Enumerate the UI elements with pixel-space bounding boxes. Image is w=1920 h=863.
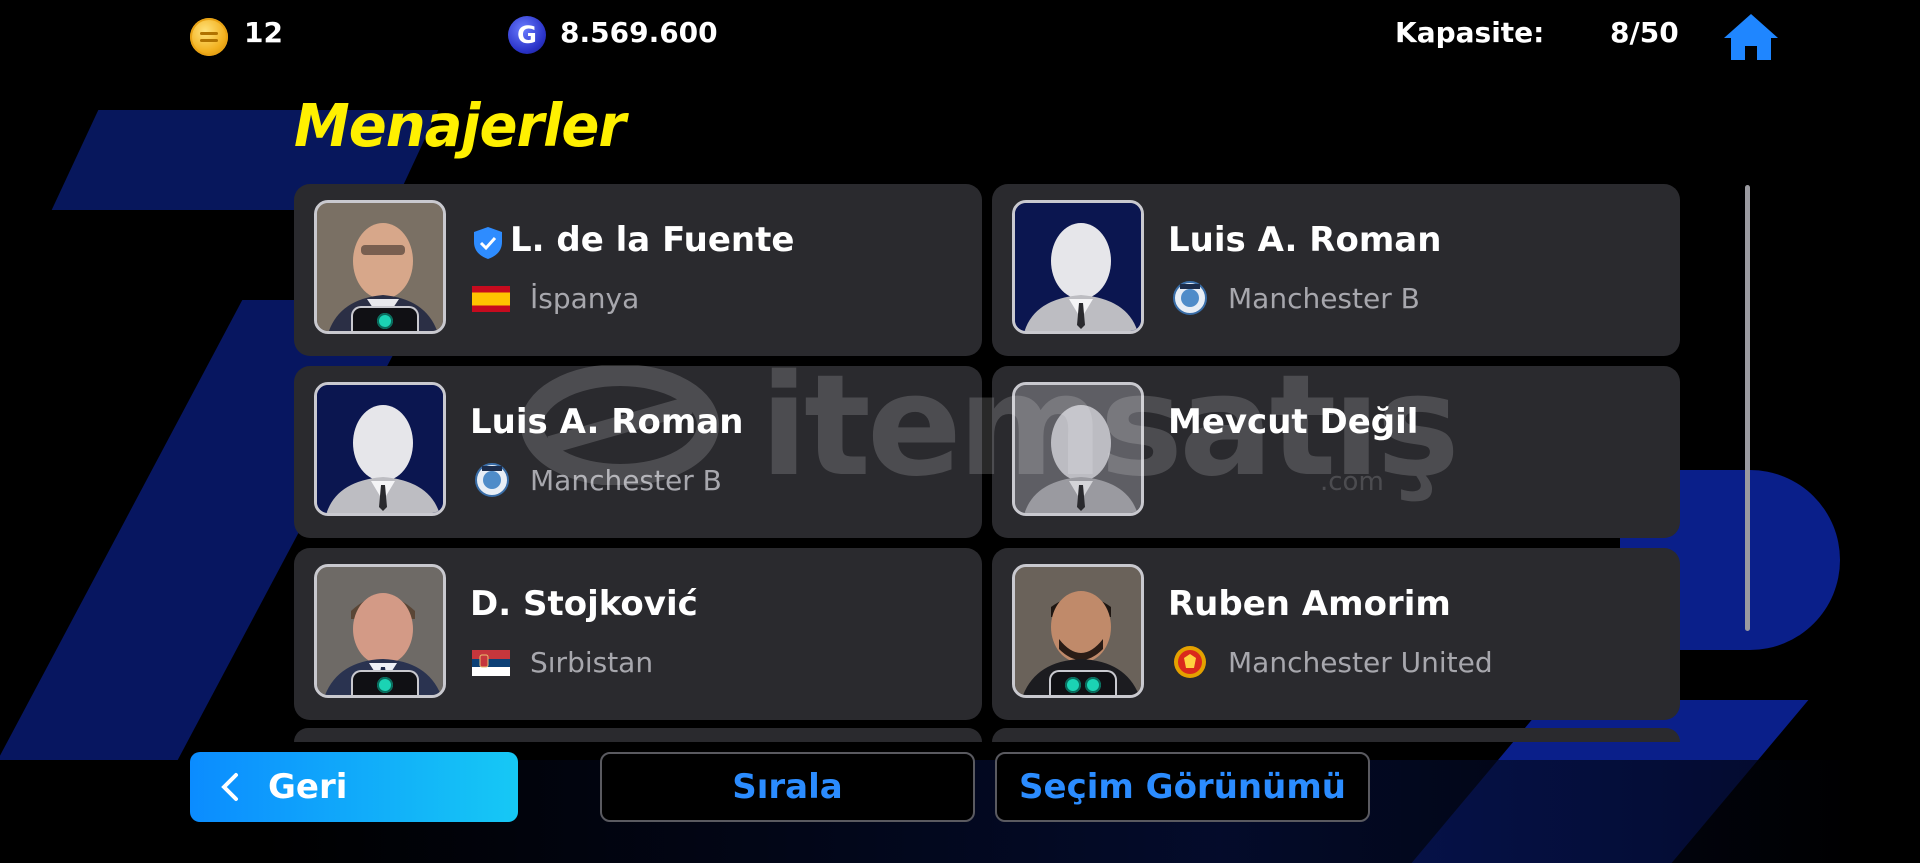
- back-button-label: Geri: [268, 767, 348, 807]
- manager-name: L. de la Fuente: [510, 220, 795, 260]
- manager-card[interactable]: D. Stojković Sırbistan: [294, 548, 982, 720]
- manager-name: Luis A. Roman: [1168, 220, 1442, 260]
- page-title: Menajerler: [294, 92, 626, 161]
- manager-card[interactable]: L. de la Fuente İspanya: [294, 184, 982, 356]
- manager-silhouette: [314, 382, 446, 516]
- manager-name: Ruben Amorim: [1168, 584, 1451, 624]
- capacity-value: 8/50: [1610, 16, 1679, 49]
- club-crest-icon: [1173, 281, 1207, 315]
- manager-photo: [1012, 564, 1144, 698]
- manager-nationality: İspanya: [530, 282, 640, 315]
- manager-silhouette: [1012, 200, 1144, 334]
- manager-name: Luis A. Roman: [470, 402, 744, 442]
- manager-photo: [314, 564, 446, 698]
- skill-badge: [1049, 670, 1117, 695]
- manchester-united-crest-icon: [1174, 646, 1206, 678]
- manager-card-partial[interactable]: [294, 728, 982, 742]
- spain-flag-icon: [472, 286, 510, 312]
- top-bar: 12 G 8.569.600 Kapasite: 8/50: [0, 0, 1920, 70]
- manager-card[interactable]: Ruben Amorim Manchester United: [992, 548, 1680, 720]
- selection-view-button[interactable]: Seçim Görünümü: [995, 752, 1370, 822]
- manager-silhouette: [1012, 382, 1144, 516]
- manager-club: Manchester B: [530, 464, 722, 497]
- skill-badge: [351, 670, 419, 695]
- manager-club: Manchester United: [1228, 646, 1493, 679]
- capacity-label: Kapasite:: [1395, 16, 1545, 49]
- coin-count: 12: [244, 16, 283, 49]
- gp-icon: G: [508, 16, 546, 54]
- club-crest-icon: [475, 463, 509, 497]
- chevron-left-icon: [221, 773, 238, 801]
- manager-name: Mevcut Değil: [1168, 402, 1419, 442]
- background-shape: [1411, 700, 1809, 863]
- manager-club: Manchester B: [1228, 282, 1420, 315]
- manager-nationality: Sırbistan: [530, 646, 654, 679]
- manager-photo: [314, 200, 446, 334]
- serbia-flag-icon: [472, 650, 510, 676]
- home-icon[interactable]: [1722, 12, 1780, 62]
- verified-shield-icon: [474, 227, 502, 259]
- gp-amount: 8.569.600: [560, 16, 718, 49]
- manager-card-partial[interactable]: [992, 728, 1680, 742]
- skill-badge: [351, 306, 419, 331]
- manager-name: D. Stojković: [470, 584, 698, 624]
- sort-button[interactable]: Sırala: [600, 752, 975, 822]
- manager-card[interactable]: Mevcut Değil: [992, 366, 1680, 538]
- back-button[interactable]: Geri: [190, 752, 518, 822]
- manager-card[interactable]: Luis A. Roman Manchester B: [992, 184, 1680, 356]
- manager-card[interactable]: Luis A. Roman Manchester B: [294, 366, 982, 538]
- selection-view-button-label: Seçim Görünümü: [1019, 767, 1346, 807]
- coin-icon: [190, 18, 228, 56]
- sort-button-label: Sırala: [732, 767, 843, 807]
- scrollbar[interactable]: [1745, 185, 1750, 631]
